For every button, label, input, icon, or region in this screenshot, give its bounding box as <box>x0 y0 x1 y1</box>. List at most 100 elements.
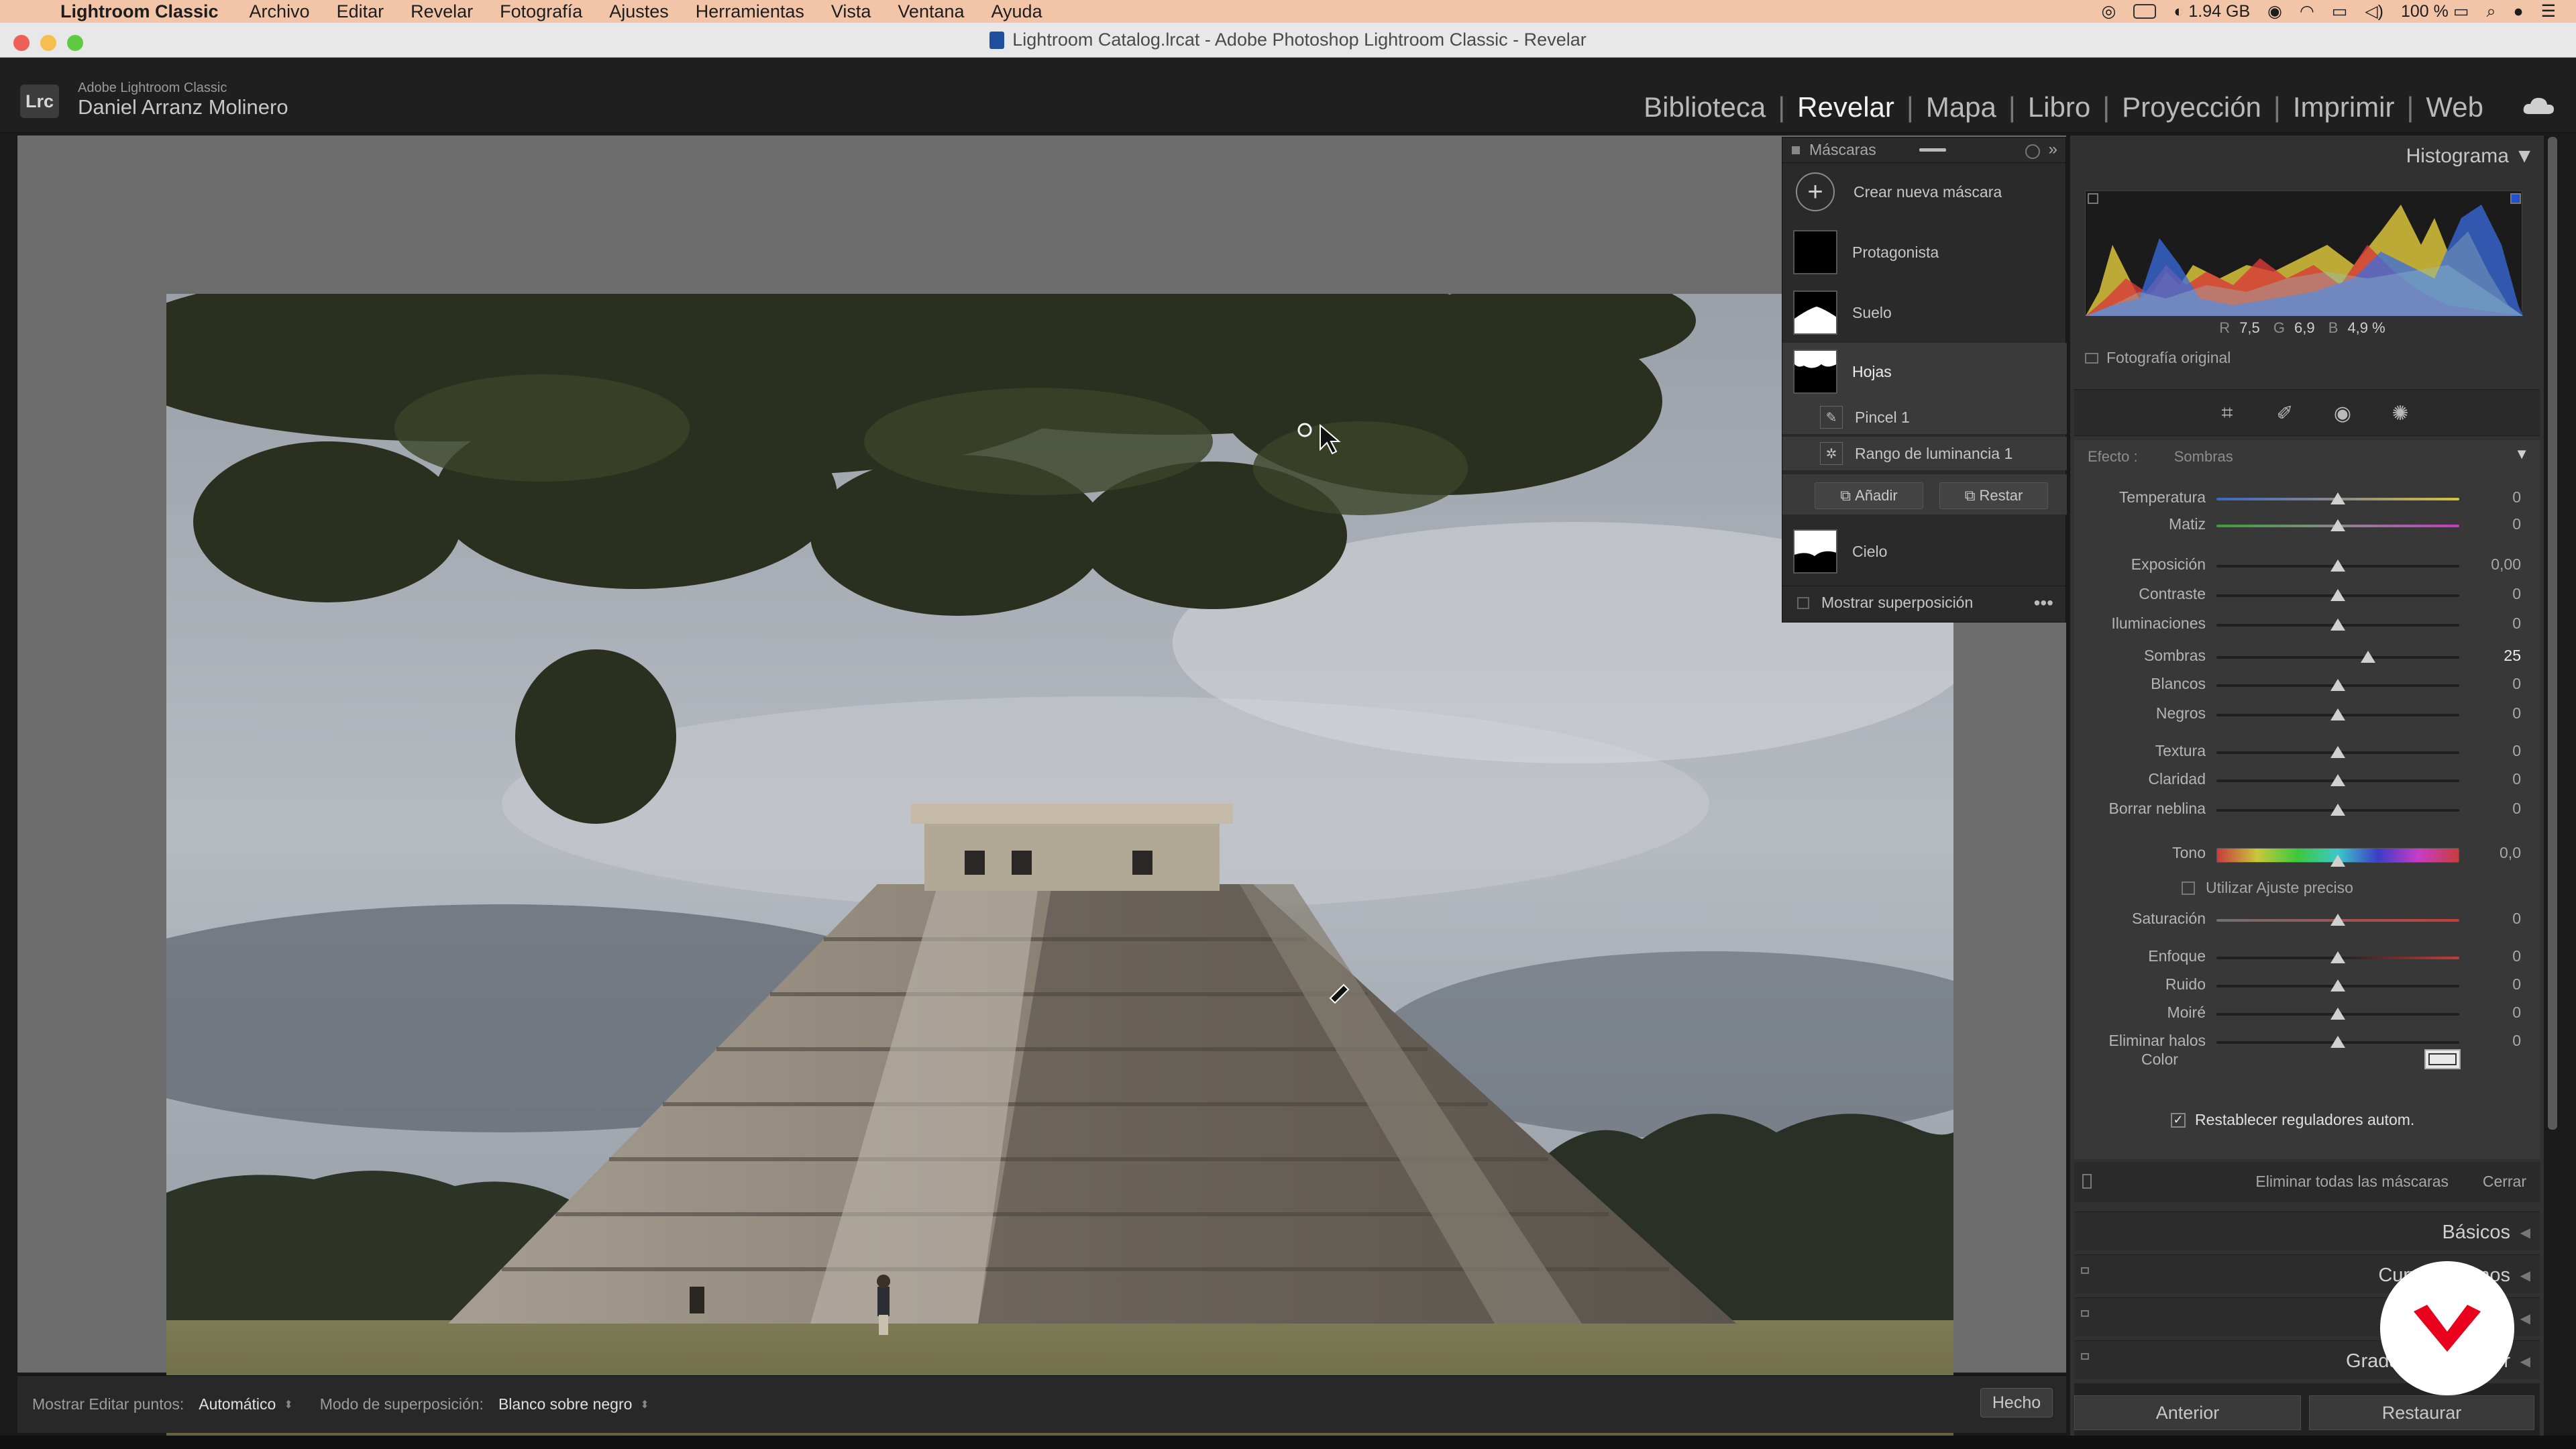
triangle-down-icon[interactable]: ▼ <box>2514 445 2529 463</box>
slider-blancos[interactable]: Blancos 0 <box>2074 669 2540 696</box>
subtract-component-button[interactable]: ⧉ Restar <box>1939 482 2048 509</box>
image-canvas[interactable] <box>17 136 2066 1449</box>
slider-exposicion[interactable]: Exposición 0,00 <box>2074 550 2540 577</box>
module-imprimir[interactable]: Imprimir <box>2281 91 2407 123</box>
slider-value[interactable]: 0 <box>2512 800 2521 818</box>
slider-value[interactable]: 0 <box>2512 770 2521 788</box>
slider-temperatura[interactable]: Temperatura 0 <box>2074 483 2540 510</box>
reset-button[interactable]: Restaurar <box>2309 1395 2534 1430</box>
menu-fotografia[interactable]: Fotografía <box>500 1 582 22</box>
color-swatch[interactable] <box>2424 1049 2461 1069</box>
slider-eliminar-halos[interactable]: Eliminar halos 0 <box>2074 1026 2540 1053</box>
show-overlay-row[interactable]: Mostrar superposición ••• <box>1782 586 2067 619</box>
panel-toggle-icon[interactable] <box>2081 1353 2089 1360</box>
slider-handle[interactable] <box>2330 1008 2345 1020</box>
vpn-icon[interactable]: ◉ <box>2267 1 2282 21</box>
slider-handle[interactable] <box>2330 804 2345 816</box>
mask-item-cielo[interactable]: Cielo <box>1782 523 2067 580</box>
slider-iluminaciones[interactable]: Iluminaciones 0 <box>2074 609 2540 636</box>
highlight-clipping-icon[interactable] <box>2510 193 2521 204</box>
slider-matiz[interactable]: Matiz 0 <box>2074 510 2540 537</box>
control-center-icon[interactable]: ☰ <box>2541 1 2556 21</box>
slider-value[interactable]: 25 <box>2504 647 2521 665</box>
slider-value[interactable]: 0 <box>2512 1004 2521 1022</box>
display-icon[interactable] <box>2133 4 2157 19</box>
slider-value[interactable]: 0,00 <box>2491 555 2521 574</box>
memory-indicator[interactable]: ◐ 1.94 GB <box>2174 2 2250 21</box>
cloud-sync-icon[interactable] <box>2521 95 2556 115</box>
module-revelar[interactable]: Revelar <box>1785 91 1907 123</box>
slider-saturacion[interactable]: Saturación 0 <box>2074 904 2540 931</box>
histogram-header[interactable]: Histograma ▼ <box>2406 145 2534 168</box>
minimize-window-button[interactable] <box>40 35 56 51</box>
mask-item-hojas[interactable]: Hojas <box>1782 343 2067 400</box>
slider-handle[interactable] <box>2330 708 2345 720</box>
menu-archivo[interactable]: Archivo <box>250 1 310 22</box>
slider-value[interactable]: 0 <box>2512 614 2521 633</box>
zoom-window-button[interactable] <box>67 35 83 51</box>
slider-handle[interactable] <box>2330 746 2345 758</box>
slider-value[interactable]: 0 <box>2512 704 2521 722</box>
slider-handle[interactable] <box>2330 1036 2345 1048</box>
fine-adjust-row[interactable]: Utilizar Ajuste preciso <box>2182 879 2353 897</box>
effect-preset-row[interactable]: Efecto : Sombras <box>2088 448 2233 466</box>
slider-value[interactable]: 0 <box>2512 488 2521 506</box>
show-overlay-checkbox[interactable] <box>1797 596 1809 609</box>
auto-reset-checkbox[interactable]: ✓ <box>2171 1112 2186 1128</box>
slider-handle[interactable] <box>2330 559 2345 572</box>
module-biblioteca[interactable]: Biblioteca <box>1631 91 1778 123</box>
slider-handle[interactable] <box>2330 855 2345 867</box>
slider-value[interactable]: 0 <box>2512 975 2521 994</box>
slider-borrar-neblina[interactable]: Borrar neblina 0 <box>2074 794 2540 821</box>
slider-value[interactable]: 0 <box>2512 515 2521 533</box>
mask-item-protagonista[interactable]: Protagonista <box>1782 223 2067 281</box>
spotlight-icon[interactable]: ⌕ <box>2486 2 2496 21</box>
red-eye-icon[interactable]: ◉ <box>2330 402 2355 426</box>
airplay-icon[interactable]: ▭ <box>2332 1 2348 21</box>
effect-select[interactable]: Sombras <box>2174 448 2233 465</box>
slider-moire[interactable]: Moiré 0 <box>2074 998 2540 1025</box>
menu-herramientas[interactable]: Herramientas <box>696 1 804 22</box>
original-photo-checkbox[interactable] <box>2085 352 2098 364</box>
original-photo-toggle[interactable]: Fotografía original <box>2085 349 2231 367</box>
user-avatar-icon[interactable]: ● <box>2513 2 2523 21</box>
slider-value[interactable]: 0 <box>2512 1032 2521 1050</box>
previous-button[interactable]: Anterior <box>2074 1395 2301 1430</box>
module-proyeccion[interactable]: Proyección <box>2110 91 2273 123</box>
slider-handle[interactable] <box>2330 589 2345 601</box>
slider-value[interactable]: 0 <box>2512 585 2521 603</box>
slider-handle[interactable] <box>2330 519 2345 531</box>
slider-handle[interactable] <box>2330 951 2345 963</box>
mask-item-suelo[interactable]: Suelo <box>1782 284 2067 341</box>
minimize-panel-icon[interactable] <box>1919 148 1946 152</box>
slider-value[interactable]: 0 <box>2512 910 2521 928</box>
slider-value[interactable]: 0 <box>2512 675 2521 693</box>
done-button[interactable]: Hecho <box>1980 1388 2053 1417</box>
show-pins-select[interactable]: Automático <box>199 1395 276 1413</box>
close-window-button[interactable] <box>13 35 30 51</box>
slider-ruido[interactable]: Ruido 0 <box>2074 970 2540 997</box>
slider-claridad[interactable]: Claridad 0 <box>2074 765 2540 792</box>
slider-handle[interactable] <box>2330 679 2345 691</box>
section-basicos[interactable]: Básicos ◀ <box>2074 1212 2540 1250</box>
slider-handle[interactable] <box>2330 914 2345 926</box>
healing-brush-icon[interactable]: ✐ <box>2273 402 2297 426</box>
slider-tono[interactable]: Tono 0,0 <box>2074 839 2540 867</box>
slider-enfoque[interactable]: Enfoque 0 <box>2074 942 2540 969</box>
more-options-icon[interactable]: ••• <box>2034 592 2053 614</box>
slider-sombras[interactable]: Sombras 25 <box>2074 641 2540 668</box>
slider-textura[interactable]: Textura 0 <box>2074 737 2540 763</box>
histogram[interactable] <box>2085 191 2523 316</box>
slider-value[interactable]: 0 <box>2512 947 2521 965</box>
panel-toggle-icon[interactable] <box>2081 1310 2089 1317</box>
slider-handle[interactable] <box>2330 619 2345 631</box>
wifi-icon[interactable]: ◠ <box>2300 1 2314 21</box>
slider-track[interactable] <box>2216 656 2459 659</box>
volume-icon[interactable]: ◁) <box>2365 1 2383 21</box>
menu-app-name[interactable]: Lightroom Classic <box>60 1 219 22</box>
create-mask-row[interactable]: + Crear nueva máscara <box>1782 168 2067 215</box>
slider-handle[interactable] <box>2330 979 2345 991</box>
help-icon[interactable] <box>2025 144 2040 159</box>
creative-cloud-icon[interactable]: ◎ <box>2102 1 2116 21</box>
module-libro[interactable]: Libro <box>2016 91 2102 123</box>
